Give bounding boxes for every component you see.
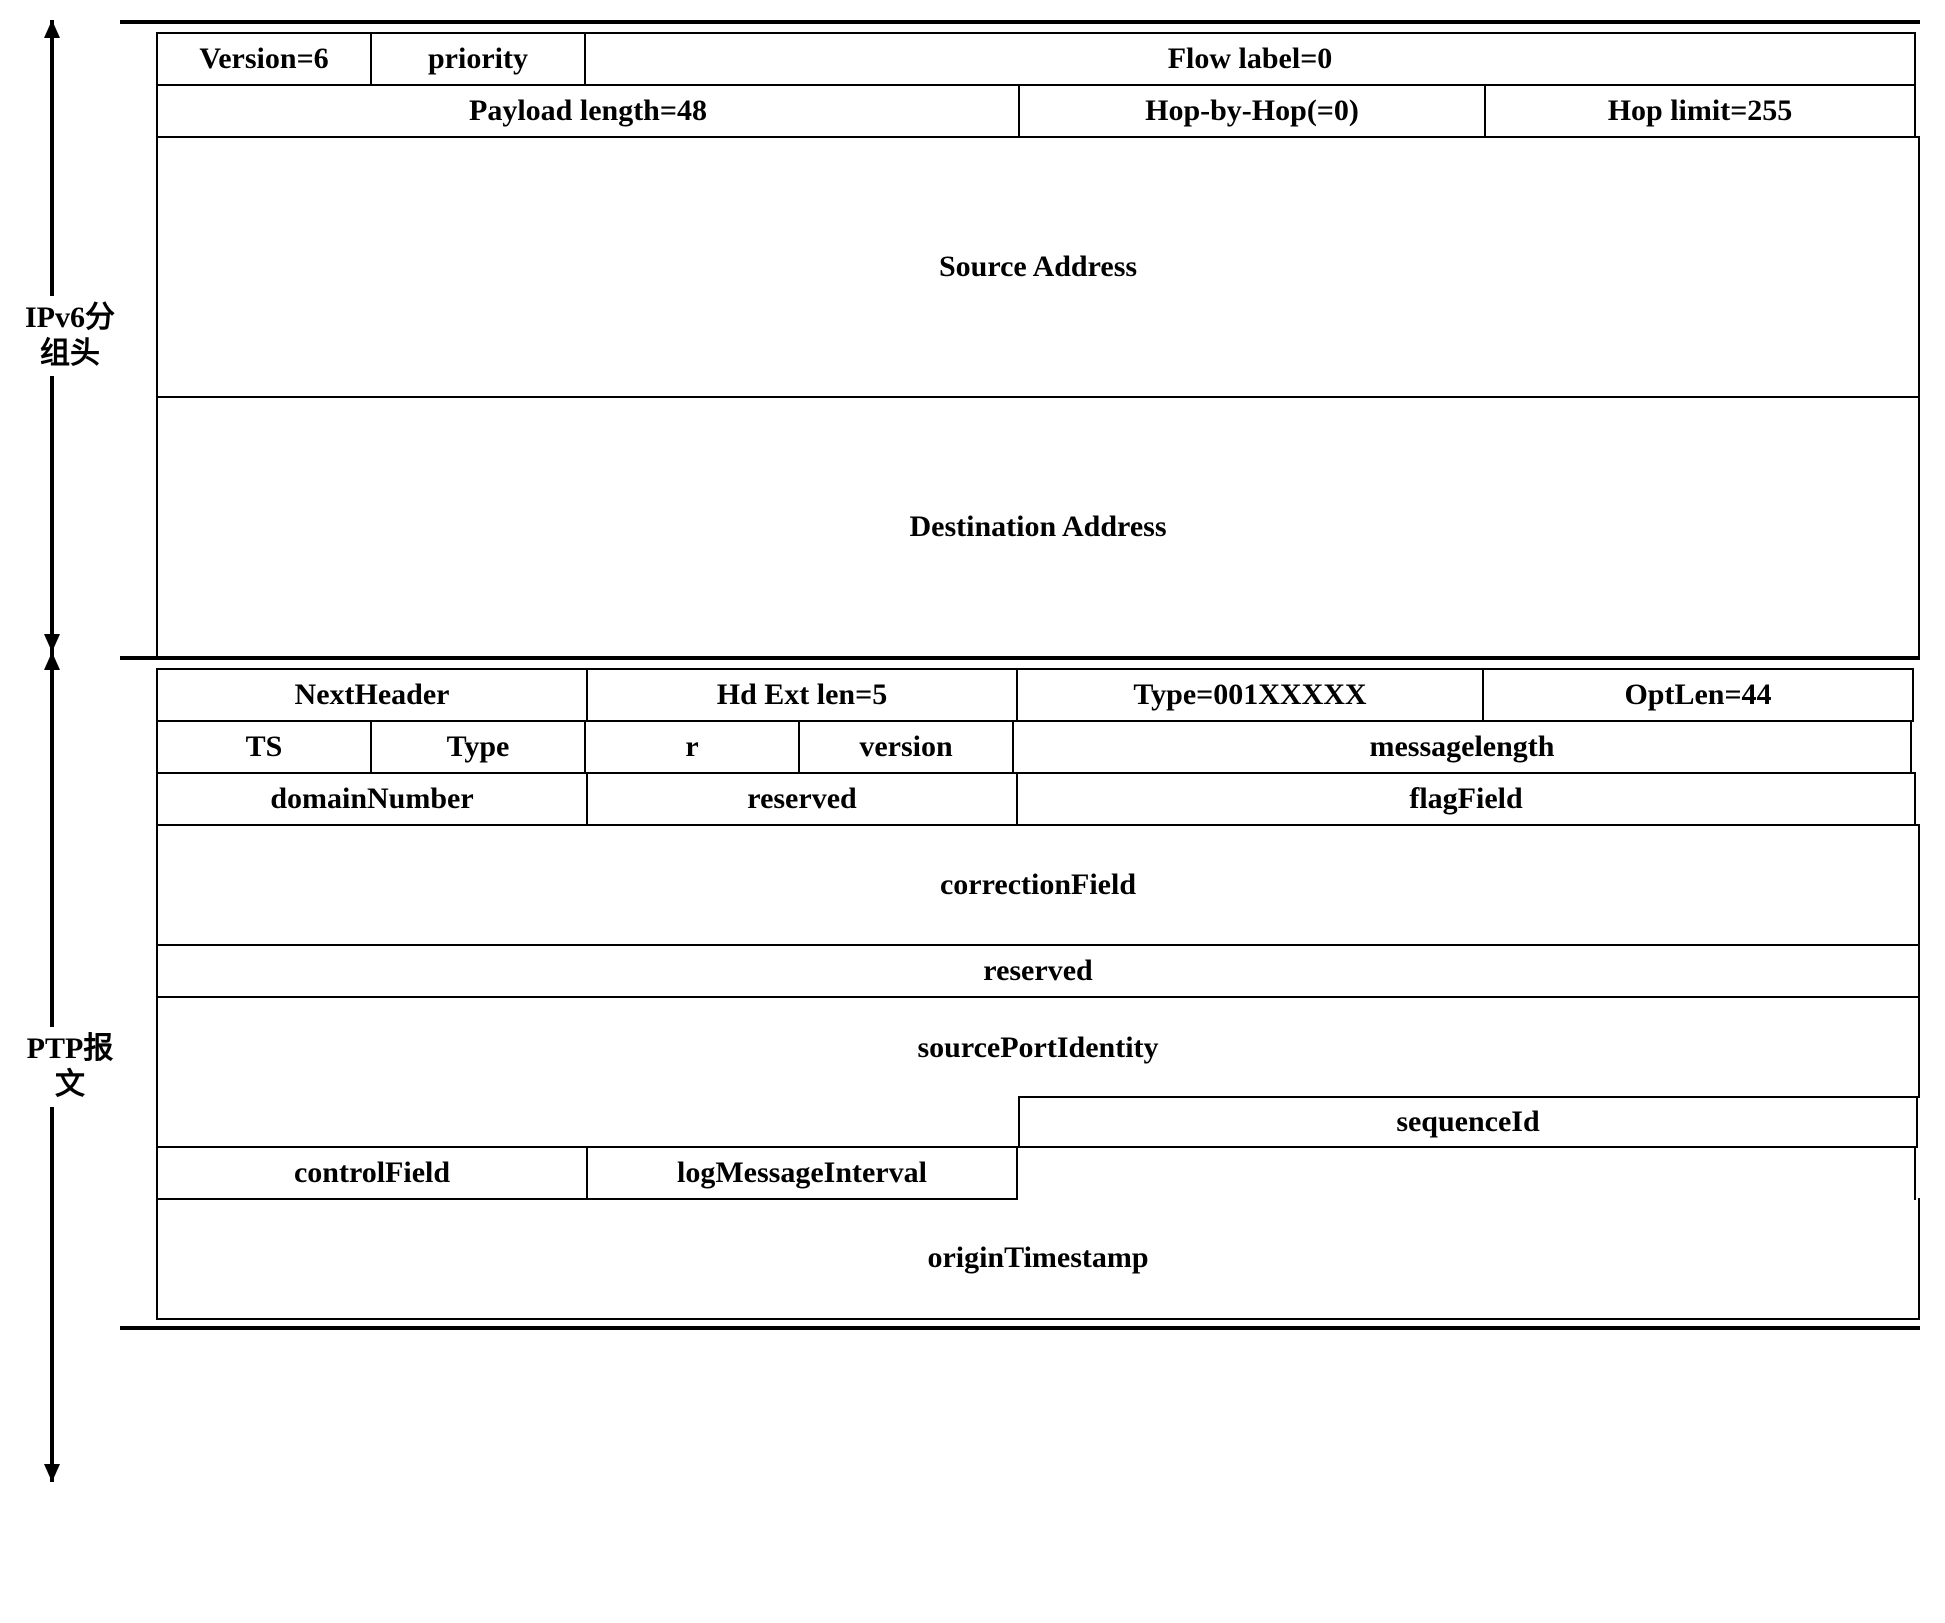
field-version: Version=6 — [156, 32, 372, 86]
field-flag-field: flagField — [1016, 772, 1916, 826]
field-ptp-type: Type — [370, 720, 586, 774]
field-log-message-interval: logMessageInterval — [586, 1146, 1018, 1200]
field-message-length: messagelength — [1012, 720, 1912, 774]
field-domain-number: domainNumber — [156, 772, 588, 826]
field-hop-limit: Hop limit=255 — [1484, 84, 1916, 138]
field-reserved-2: reserved — [156, 944, 1920, 998]
field-priority: priority — [370, 32, 586, 86]
field-origin-timestamp: originTimestamp — [156, 1198, 1920, 1320]
field-correction-field: correctionField — [156, 824, 1920, 946]
field-source-address: Source Address — [156, 136, 1920, 398]
field-hd-ext-len: Hd Ext len=5 — [586, 668, 1018, 722]
ptp-section-label: PTP报文 — [20, 1027, 120, 1107]
field-ts: TS — [156, 720, 372, 774]
field-ptp-version: version — [798, 720, 1014, 774]
ptp-message-block: NextHeader Hd Ext len=5 Type=001XXXXX Op… — [120, 668, 1920, 1330]
field-next-header: NextHeader — [156, 668, 588, 722]
field-flow-label: Flow label=0 — [584, 32, 1916, 86]
field-opt-len: OptLen=44 — [1482, 668, 1914, 722]
field-option-type: Type=001XXXXX — [1016, 668, 1484, 722]
field-destination-address: Destination Address — [156, 396, 1920, 658]
field-sequence-id: sequenceId — [1018, 1096, 1918, 1148]
ipv6-header-block: Version=6 priority Flow label=0 Payload … — [120, 20, 1920, 660]
ipv6-section-label: IPv6分组头 — [20, 296, 120, 376]
field-payload-length: Payload length=48 — [156, 84, 1020, 138]
field-source-port-identity: sourcePortIdentity — [156, 996, 1920, 1098]
field-reserved-1: reserved — [586, 772, 1018, 826]
field-origin-timestamp-top — [1016, 1146, 1916, 1200]
field-control-field: controlField — [156, 1146, 588, 1200]
field-r: r — [584, 720, 800, 774]
field-hop-by-hop: Hop-by-Hop(=0) — [1018, 84, 1486, 138]
